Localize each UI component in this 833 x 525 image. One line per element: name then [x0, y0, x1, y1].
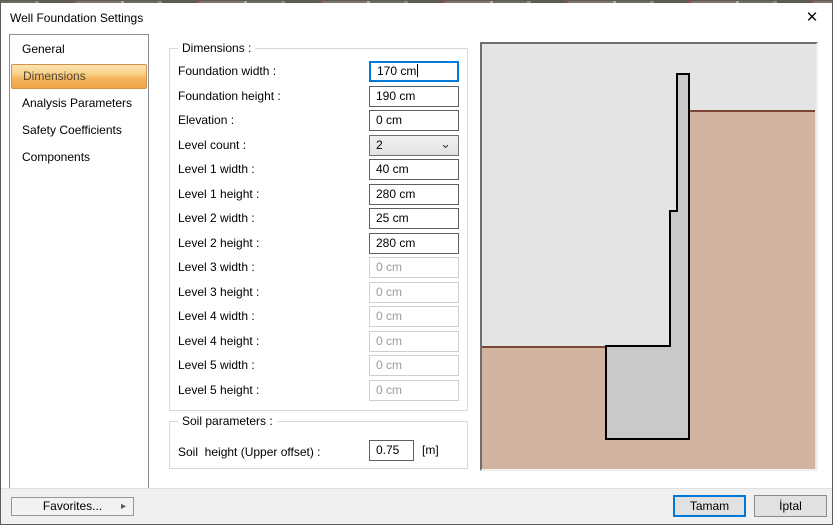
level-3-height-label: Level 3 height :: [178, 282, 259, 303]
favorites-button-label: Favorites...: [43, 499, 102, 513]
sidebar-item-general[interactable]: General: [11, 37, 147, 62]
level-2-width-label: Level 2 width :: [178, 208, 255, 229]
level-4-height-label: Level 4 height :: [178, 331, 259, 352]
soil-parameters-group: Soil parameters : Soil height (Upper off…: [169, 421, 468, 469]
text-cursor: [417, 64, 418, 77]
footer-bar: Favorites... ▸ Tamam İptal: [1, 488, 832, 524]
sidebar-item-analysis-parameters[interactable]: Analysis Parameters: [11, 91, 147, 116]
soil-height-label: Soil height (Upper offset) :: [178, 442, 321, 463]
level-3-width-input: 0 cm: [369, 257, 459, 278]
dimensions-group-title: Dimensions :: [178, 41, 255, 55]
level-5-height-input: 0 cm: [369, 380, 459, 401]
level-2-height-input[interactable]: 280 cm: [369, 233, 459, 254]
level-4-width-input: 0 cm: [369, 306, 459, 327]
level-1-height-label: Level 1 height :: [178, 184, 259, 205]
well-foundation-settings-dialog: Well Foundation Settings ✕ GeneralDimens…: [0, 0, 833, 525]
level-2-height-label: Level 2 height :: [178, 233, 259, 254]
settings-category-list: GeneralDimensionsAnalysis ParametersSafe…: [9, 34, 149, 489]
level-1-width-label: Level 1 width :: [178, 159, 255, 180]
foundation-preview: [480, 42, 818, 471]
level-1-width-input[interactable]: 40 cm: [369, 159, 459, 180]
foundation-width-label: Foundation width :: [178, 61, 276, 82]
ok-button[interactable]: Tamam: [673, 495, 746, 517]
elevation-input[interactable]: 0 cm: [369, 110, 459, 131]
soil-height-input[interactable]: 0.75: [369, 440, 414, 461]
level-count-value: 2: [376, 138, 383, 152]
level-5-width-label: Level 5 width :: [178, 355, 255, 376]
level-1-height-input[interactable]: 280 cm: [369, 184, 459, 205]
close-icon: ✕: [806, 9, 819, 26]
level-5-width-input: 0 cm: [369, 355, 459, 376]
level-4-height-input: 0 cm: [369, 331, 459, 352]
foundation-height-label: Foundation height :: [178, 86, 281, 107]
soil-parameters-group-title: Soil parameters :: [178, 414, 277, 428]
foundation-width-input[interactable]: 170 cm: [369, 61, 459, 82]
sidebar-item-dimensions[interactable]: Dimensions: [11, 64, 147, 89]
cancel-button[interactable]: İptal: [754, 495, 827, 517]
title-bar: Well Foundation Settings ✕: [1, 3, 832, 33]
level-3-width-label: Level 3 width :: [178, 257, 255, 278]
level-count-select[interactable]: 2⌄: [369, 135, 459, 156]
favorites-button[interactable]: Favorites... ▸: [11, 497, 134, 516]
foundation-height-input[interactable]: 190 cm: [369, 86, 459, 107]
close-button[interactable]: ✕: [797, 6, 827, 30]
level-2-width-input[interactable]: 25 cm: [369, 208, 459, 229]
sidebar-item-components[interactable]: Components: [11, 145, 147, 170]
cancel-button-label: İptal: [779, 499, 802, 513]
sidebar-item-safety-coefficients[interactable]: Safety Coefficients: [11, 118, 147, 143]
soil-height-unit: [m]: [422, 440, 439, 461]
favorites-arrow-icon: ▸: [121, 498, 126, 515]
chevron-down-icon: ⌄: [440, 134, 451, 153]
level-4-width-label: Level 4 width :: [178, 306, 255, 327]
dimensions-group: Dimensions : Foundation width :170 cmFou…: [169, 48, 468, 411]
level-count-label: Level count :: [178, 135, 246, 156]
window-title: Well Foundation Settings: [10, 11, 143, 25]
elevation-label: Elevation :: [178, 110, 234, 131]
level-5-height-label: Level 5 height :: [178, 380, 259, 401]
ok-button-label: Tamam: [690, 499, 729, 513]
level-3-height-input: 0 cm: [369, 282, 459, 303]
